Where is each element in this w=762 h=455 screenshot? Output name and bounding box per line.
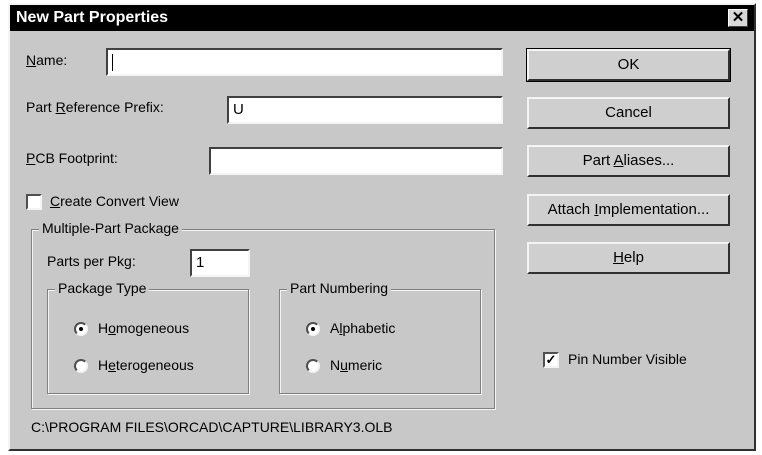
ok-button[interactable]: OK (526, 48, 731, 82)
pin-number-visible-checkbox[interactable]: ✓ (543, 352, 559, 368)
package-type-title: Package Type (55, 280, 150, 296)
attach-implementation-button[interactable]: Attach Implementation... (527, 194, 730, 226)
parts-per-pkg-label: Parts per Pkg: (47, 253, 136, 269)
title-bar: New Part Properties ✕ (10, 5, 754, 31)
part-aliases-button[interactable]: Part Aliases... (527, 145, 730, 177)
parts-per-pkg-field[interactable]: 1 (190, 249, 250, 277)
package-type-group: Package Type Homogeneous Heterogeneous (47, 280, 249, 394)
heterogeneous-radio[interactable] (74, 359, 88, 373)
homogeneous-radio[interactable] (74, 322, 88, 336)
close-button[interactable]: ✕ (728, 9, 748, 27)
name-field[interactable] (106, 48, 503, 76)
numeric-label[interactable]: Numeric (330, 357, 382, 373)
check-icon: ✓ (545, 352, 557, 367)
create-convert-view-checkbox[interactable] (26, 194, 42, 210)
close-icon: ✕ (731, 9, 745, 26)
heterogeneous-label[interactable]: Heterogeneous (98, 357, 194, 373)
part-reference-prefix-label: Part Reference Prefix: (26, 99, 164, 115)
part-numbering-group: Part Numbering Alphabetic Numeric (279, 280, 481, 394)
new-part-properties-dialog: New Part Properties ✕ Name: Part Referen… (8, 3, 756, 451)
pcb-footprint-label: PCB Footprint: (26, 150, 118, 166)
pin-number-visible-label[interactable]: Pin Number Visible (568, 351, 687, 367)
alphabetic-radio[interactable] (306, 322, 320, 336)
numeric-radio[interactable] (306, 359, 320, 373)
create-convert-view-label[interactable]: Create Convert View (50, 193, 179, 209)
pcb-footprint-field[interactable] (209, 147, 503, 175)
help-button[interactable]: Help (527, 242, 730, 274)
library-path: C:\PROGRAM FILES\ORCAD\CAPTURE\LIBRARY3.… (31, 419, 393, 435)
multiple-part-package-title: Multiple-Part Package (39, 220, 182, 236)
dialog-title: New Part Properties (16, 9, 169, 26)
name-label: Name: (26, 52, 68, 68)
cancel-button[interactable]: Cancel (527, 97, 730, 129)
multiple-part-package-group: Multiple-Part Package Parts per Pkg: 1 P… (31, 220, 495, 409)
text-cursor (112, 53, 113, 71)
alphabetic-label[interactable]: Alphabetic (330, 320, 395, 336)
part-reference-prefix-field[interactable]: U (227, 96, 503, 124)
part-numbering-title: Part Numbering (287, 280, 392, 296)
homogeneous-label[interactable]: Homogeneous (98, 320, 189, 336)
